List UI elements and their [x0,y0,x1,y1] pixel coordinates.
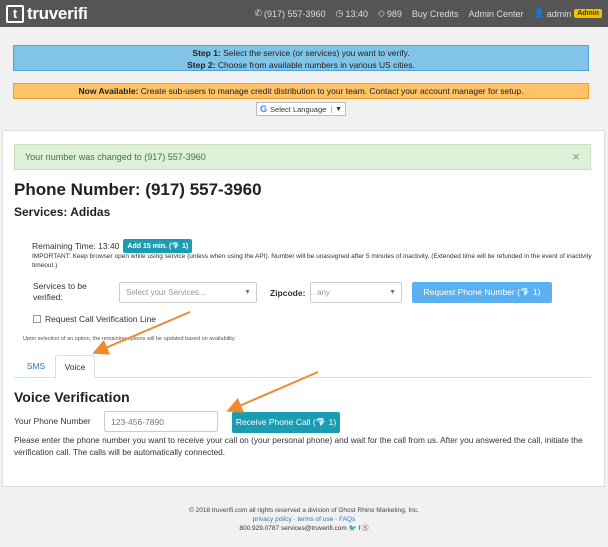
privacy-policy-link[interactable]: privacy policy [253,516,292,523]
clock-icon: ◷ [335,8,344,18]
top-navbar: t truverifi ✆ (917) 557-3960 ◷ 13:40 ◇ 9… [0,0,608,27]
nav-credits: ◇ 989 [378,8,402,19]
voice-verification-title: Voice Verification [14,389,130,405]
nav-admin-center[interactable]: Admin Center [468,9,523,19]
call-verification-label: Request Call Verification Line [45,314,157,324]
zipcode-select[interactable]: any ▼ [310,282,402,303]
admin-badge: Admin [574,9,602,18]
nav-time-text: 13:40 [345,8,368,19]
brand-mark-icon: t [6,4,24,23]
services-placeholder: Select your Services... [126,288,206,297]
step-2: Step 2: Choose from available numbers in… [187,60,415,70]
social-icons[interactable]: 🐦 f Ⓢ [349,525,369,532]
tab-sms[interactable]: SMS [18,355,54,378]
nav-user-menu[interactable]: 👤 admin Admin [533,8,602,19]
footer-copyright: © 2018 truverifi.com all rights reserved… [189,507,419,514]
footer-links: privacy policy · terms of use · FAQs [252,516,356,523]
services-subtitle: Services: Adidas [14,205,111,219]
success-alert-text: Your number was changed to (917) 557-396… [25,152,206,162]
add-time-button[interactable]: Add 15 min. (💎 1) [123,239,193,253]
steps-alert: Step 1: Select the service (or services)… [13,45,589,71]
footer-phone: 800.929.0787 [239,525,280,532]
faqs-link[interactable]: FAQs [339,516,355,523]
step-1: Step 1: Select the service (or services)… [192,48,410,58]
zipcode-value: any [317,288,330,297]
success-alert: Your number was changed to (917) 557-396… [14,144,591,170]
user-icon: 👤 [533,8,545,18]
brand-logo[interactable]: t truverifi [6,4,88,24]
tab-bar: SMS Voice [14,355,591,379]
close-icon[interactable]: × [572,145,580,169]
nav-phone[interactable]: ✆ (917) 557-3960 [254,8,325,19]
page-title: Phone Number: (917) 557-3960 [14,180,262,199]
voice-instructions: Please enter the phone number you want t… [14,435,583,457]
navbar-right: ✆ (917) 557-3960 ◷ 13:40 ◇ 989 Buy Credi… [244,0,602,27]
brand-name: truverifi [27,3,88,23]
request-phone-number-button[interactable]: Request Phone Number (💎 1) [412,282,552,303]
call-verification-option[interactable]: Request Call Verification Line [33,314,156,324]
nav-time: ◷ 13:40 [336,8,368,19]
selection-note: Upon selection of an option, the remaini… [23,336,236,342]
diamond-icon: ◇ [377,8,385,18]
your-phone-label: Your Phone Number [14,416,91,426]
terms-link[interactable]: terms of use [297,516,333,523]
important-note: IMPORTANT: Keep browser open while using… [32,253,592,269]
nav-phone-text: (917) 557-3960 [264,8,326,19]
chevron-down-icon: ▼ [244,289,251,296]
nav-buy-credits[interactable]: Buy Credits [412,9,459,19]
main-panel: Your number was changed to (917) 557-396… [2,130,605,487]
footer: © 2018 truverifi.com all rights reserved… [0,506,608,533]
phone-icon: ✆ [254,8,263,18]
remaining-time: Remaining Time: 13:40 Add 15 min. (💎 1) [32,239,193,253]
call-verification-checkbox[interactable] [33,315,41,323]
nav-user-text: admin [546,8,572,19]
now-available-alert: Now Available: Create sub-users to manag… [13,83,589,99]
zipcode-label: Zipcode: [270,288,306,298]
nav-credits-text: 989 [386,8,402,19]
chevron-down-icon: ▼ [331,105,342,113]
google-icon: G [260,104,268,114]
language-selector[interactable]: G Select Language ▼ [256,102,346,116]
footer-email[interactable]: services@truverifi.com [281,525,347,532]
services-label: Services to be verified: [33,281,87,302]
remaining-time-text: Remaining Time: 13:40 [32,241,120,251]
receive-phone-call-button[interactable]: Receive Phone Call (💎 1) [232,412,340,433]
services-select[interactable]: Select your Services... ▼ [119,282,257,303]
chevron-down-icon: ▼ [389,289,396,296]
your-phone-input[interactable] [104,411,218,432]
tab-voice[interactable]: Voice [55,355,95,379]
language-label: Select Language [270,104,327,114]
footer-contact: 800.929.0787 services@truverifi.com 🐦 f … [0,524,608,533]
